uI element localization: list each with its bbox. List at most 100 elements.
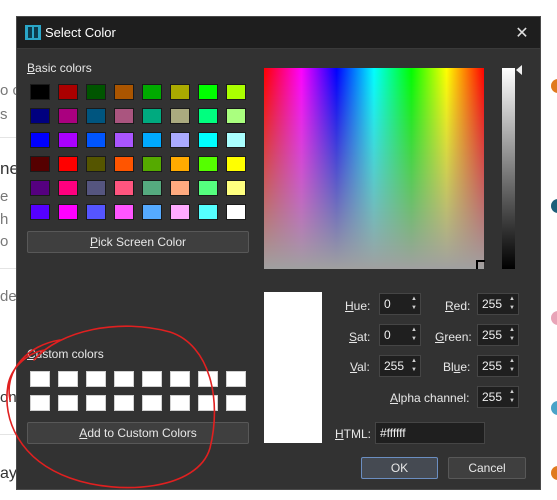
basic-color-swatch[interactable] <box>86 132 106 148</box>
avatar <box>551 199 557 213</box>
basic-color-swatch[interactable] <box>198 108 218 124</box>
add-to-custom-colors-button[interactable]: Add to Custom Colors <box>27 422 249 444</box>
basic-color-swatch[interactable] <box>142 132 162 148</box>
title-bar[interactable]: Select Color ✕ <box>17 17 540 49</box>
basic-color-swatch[interactable] <box>170 156 190 172</box>
basic-color-swatch[interactable] <box>114 156 134 172</box>
basic-color-swatch[interactable] <box>198 84 218 100</box>
alpha-channel-label: Alpha channel: <box>390 391 470 405</box>
alpha-spinbox[interactable]: 255 ▲ ▼ <box>477 386 519 408</box>
basic-color-swatch[interactable] <box>86 204 106 220</box>
basic-color-swatch[interactable] <box>198 132 218 148</box>
basic-color-swatch[interactable] <box>58 84 78 100</box>
basic-color-swatch[interactable] <box>58 132 78 148</box>
custom-color-swatch[interactable] <box>226 371 246 387</box>
basic-color-swatch[interactable] <box>142 156 162 172</box>
basic-color-swatch[interactable] <box>170 84 190 100</box>
red-spinbox[interactable]: 255 ▲ ▼ <box>477 293 519 315</box>
cancel-button[interactable]: Cancel <box>448 457 526 479</box>
luminance-slider[interactable] <box>502 68 515 269</box>
basic-color-swatch[interactable] <box>226 132 246 148</box>
spin-down-icon[interactable]: ▼ <box>507 366 517 375</box>
basic-color-swatch[interactable] <box>226 204 246 220</box>
spin-up-icon[interactable]: ▲ <box>409 357 419 366</box>
custom-color-swatch[interactable] <box>30 395 50 411</box>
custom-color-swatch[interactable] <box>170 371 190 387</box>
spin-down-icon[interactable]: ▼ <box>507 397 517 406</box>
custom-color-swatch[interactable] <box>58 395 78 411</box>
basic-color-swatch[interactable] <box>58 204 78 220</box>
basic-color-swatch[interactable] <box>86 180 106 196</box>
basic-color-swatch[interactable] <box>170 132 190 148</box>
basic-color-swatch[interactable] <box>58 156 78 172</box>
basic-color-swatch[interactable] <box>226 84 246 100</box>
spin-up-icon[interactable]: ▲ <box>409 326 419 335</box>
pick-screen-color-button[interactable]: Pick Screen Color <box>27 231 249 253</box>
basic-color-swatch[interactable] <box>86 108 106 124</box>
spin-up-icon[interactable]: ▲ <box>507 388 517 397</box>
basic-color-swatch[interactable] <box>226 108 246 124</box>
custom-color-swatch[interactable] <box>142 395 162 411</box>
basic-color-swatch[interactable] <box>30 108 50 124</box>
basic-color-swatch[interactable] <box>226 180 246 196</box>
html-hex-input[interactable]: #ffffff <box>375 422 485 444</box>
spin-down-icon[interactable]: ▼ <box>507 304 517 313</box>
basic-color-swatch[interactable] <box>30 156 50 172</box>
basic-color-swatch[interactable] <box>30 204 50 220</box>
basic-color-swatch[interactable] <box>142 204 162 220</box>
basic-color-swatch[interactable] <box>170 180 190 196</box>
custom-color-swatch[interactable] <box>114 395 134 411</box>
custom-color-swatch[interactable] <box>58 371 78 387</box>
basic-color-swatch[interactable] <box>226 156 246 172</box>
custom-color-swatch[interactable] <box>30 371 50 387</box>
spin-up-icon[interactable]: ▲ <box>409 295 419 304</box>
sat-spinbox[interactable]: 0 ▲ ▼ <box>379 324 421 346</box>
spin-down-icon[interactable]: ▼ <box>409 335 419 344</box>
basic-color-swatch[interactable] <box>142 180 162 196</box>
custom-color-swatch[interactable] <box>142 371 162 387</box>
color-spectrum-picker[interactable] <box>264 68 484 269</box>
basic-color-swatch[interactable] <box>114 108 134 124</box>
custom-color-swatch[interactable] <box>198 371 218 387</box>
basic-color-swatch[interactable] <box>30 180 50 196</box>
basic-color-swatch[interactable] <box>170 108 190 124</box>
custom-color-swatch[interactable] <box>198 395 218 411</box>
basic-color-swatch[interactable] <box>58 108 78 124</box>
luminance-slider-handle[interactable] <box>516 65 522 75</box>
custom-color-swatch[interactable] <box>86 371 106 387</box>
basic-color-swatch[interactable] <box>114 180 134 196</box>
basic-color-swatch[interactable] <box>142 84 162 100</box>
close-button[interactable]: ✕ <box>504 17 540 48</box>
basic-color-swatch[interactable] <box>86 84 106 100</box>
custom-color-swatch[interactable] <box>114 371 134 387</box>
val-spinbox[interactable]: 255 ▲ ▼ <box>379 355 421 377</box>
basic-color-swatch[interactable] <box>142 108 162 124</box>
blue-label: Blue: <box>443 360 471 374</box>
basic-color-swatch[interactable] <box>170 204 190 220</box>
basic-color-swatch[interactable] <box>114 204 134 220</box>
spin-down-icon[interactable]: ▼ <box>507 335 517 344</box>
green-spinbox[interactable]: 255 ▲ ▼ <box>477 324 519 346</box>
basic-color-swatch[interactable] <box>30 132 50 148</box>
basic-color-swatch[interactable] <box>86 156 106 172</box>
basic-color-swatch[interactable] <box>114 132 134 148</box>
spin-up-icon[interactable]: ▲ <box>507 295 517 304</box>
custom-color-swatch[interactable] <box>226 395 246 411</box>
basic-color-swatch[interactable] <box>58 180 78 196</box>
spin-down-icon[interactable]: ▼ <box>409 304 419 313</box>
spin-down-icon[interactable]: ▼ <box>409 366 419 375</box>
basic-color-swatch[interactable] <box>114 84 134 100</box>
spin-up-icon[interactable]: ▲ <box>507 357 517 366</box>
basic-color-swatch[interactable] <box>198 204 218 220</box>
custom-color-swatch[interactable] <box>86 395 106 411</box>
basic-color-swatch[interactable] <box>198 180 218 196</box>
hue-spinbox[interactable]: 0 ▲ ▼ <box>379 293 421 315</box>
sat-label: Sat: <box>349 330 371 344</box>
basic-color-swatch[interactable] <box>198 156 218 172</box>
spectrum-crosshair[interactable] <box>476 260 485 269</box>
blue-spinbox[interactable]: 255 ▲ ▼ <box>477 355 519 377</box>
custom-color-swatch[interactable] <box>170 395 190 411</box>
ok-button[interactable]: OK <box>361 457 438 479</box>
basic-color-swatch[interactable] <box>30 84 50 100</box>
spin-up-icon[interactable]: ▲ <box>507 326 517 335</box>
